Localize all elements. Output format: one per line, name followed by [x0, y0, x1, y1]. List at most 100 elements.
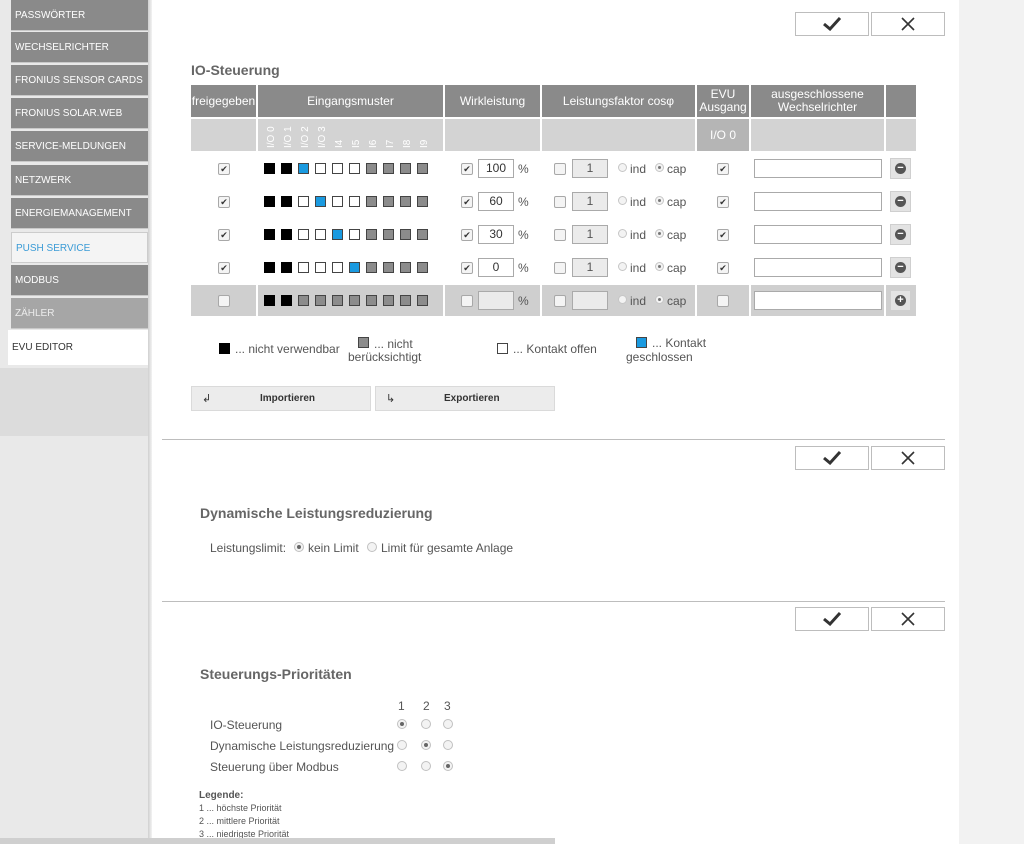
pf-input[interactable]: 1	[572, 192, 608, 211]
export-button[interactable]: ↳ Exportieren	[375, 386, 555, 411]
input-pattern-square[interactable]	[400, 196, 411, 207]
input-pattern-square[interactable]	[315, 229, 326, 240]
pf-checkbox[interactable]	[554, 262, 566, 274]
enabled-checkbox[interactable]: ✔	[218, 196, 230, 208]
cancel-button[interactable]	[871, 607, 945, 631]
excluded-inverters-input[interactable]	[754, 291, 882, 310]
pf-ind-radio[interactable]	[618, 163, 627, 172]
sidebar-item-zaehler[interactable]: ZÄHLER	[11, 298, 148, 329]
power-input[interactable]: 30	[478, 225, 514, 244]
input-pattern-square[interactable]	[349, 295, 360, 306]
pf-ind-radio[interactable]	[618, 262, 627, 271]
input-pattern-square[interactable]	[332, 295, 343, 306]
input-pattern-square[interactable]	[400, 163, 411, 174]
input-pattern-square[interactable]	[332, 229, 343, 240]
priority-radio[interactable]	[443, 740, 453, 750]
sidebar-item-evu-editor[interactable]: EVU EDITOR	[8, 330, 150, 365]
enabled-checkbox[interactable]: ✔	[218, 262, 230, 274]
confirm-button[interactable]	[795, 607, 869, 631]
input-pattern-square[interactable]	[264, 295, 275, 306]
power-checkbox[interactable]	[461, 295, 473, 307]
pf-ind-radio[interactable]	[618, 196, 627, 205]
power-input[interactable]: 60	[478, 192, 514, 211]
input-pattern-square[interactable]	[281, 262, 292, 273]
power-checkbox[interactable]: ✔	[461, 262, 473, 274]
input-pattern-square[interactable]	[417, 196, 428, 207]
input-pattern-square[interactable]	[417, 262, 428, 273]
pf-checkbox[interactable]	[554, 295, 566, 307]
input-pattern-square[interactable]	[383, 229, 394, 240]
input-pattern-square[interactable]	[281, 163, 292, 174]
input-pattern-square[interactable]	[298, 196, 309, 207]
input-pattern-square[interactable]	[332, 196, 343, 207]
pf-input[interactable]: 1	[572, 225, 608, 244]
evu-checkbox[interactable]: ✔	[717, 229, 729, 241]
pf-checkbox[interactable]	[554, 196, 566, 208]
priority-radio[interactable]	[443, 719, 453, 729]
power-checkbox[interactable]: ✔	[461, 196, 473, 208]
pf-cap-radio[interactable]	[655, 163, 664, 172]
sidebar-item-modbus[interactable]: MODBUS	[11, 265, 148, 296]
add-row-button[interactable]: +	[890, 290, 911, 311]
input-pattern-square[interactable]	[349, 196, 360, 207]
input-pattern-square[interactable]	[315, 163, 326, 174]
pf-ind-radio[interactable]	[618, 229, 627, 238]
input-pattern-square[interactable]	[298, 262, 309, 273]
remove-row-button[interactable]: −	[890, 224, 911, 245]
confirm-button[interactable]	[795, 446, 869, 470]
input-pattern-square[interactable]	[366, 262, 377, 273]
input-pattern-square[interactable]	[383, 196, 394, 207]
input-pattern-square[interactable]	[264, 229, 275, 240]
power-checkbox[interactable]: ✔	[461, 229, 473, 241]
input-pattern-square[interactable]	[315, 262, 326, 273]
pf-input[interactable]	[572, 291, 608, 310]
input-pattern-square[interactable]	[366, 196, 377, 207]
input-pattern-square[interactable]	[281, 229, 292, 240]
confirm-button[interactable]	[795, 12, 869, 36]
cancel-button[interactable]	[871, 12, 945, 36]
sidebar-item-energiemanagement[interactable]: ENERGIEMANAGEMENT	[11, 198, 148, 229]
input-pattern-square[interactable]	[264, 196, 275, 207]
evu-checkbox[interactable]: ✔	[717, 163, 729, 175]
input-pattern-square[interactable]	[264, 163, 275, 174]
power-checkbox[interactable]: ✔	[461, 163, 473, 175]
power-input[interactable]: 0	[478, 258, 514, 277]
input-pattern-square[interactable]	[417, 295, 428, 306]
input-pattern-square[interactable]	[332, 163, 343, 174]
input-pattern-square[interactable]	[383, 163, 394, 174]
input-pattern-square[interactable]	[417, 229, 428, 240]
input-pattern-square[interactable]	[383, 262, 394, 273]
evu-checkbox[interactable]: ✔	[717, 196, 729, 208]
input-pattern-square[interactable]	[264, 262, 275, 273]
input-pattern-square[interactable]	[315, 295, 326, 306]
evu-checkbox[interactable]: ✔	[717, 262, 729, 274]
input-pattern-square[interactable]	[281, 295, 292, 306]
input-pattern-square[interactable]	[400, 229, 411, 240]
priority-radio[interactable]	[443, 761, 453, 771]
import-button[interactable]: ↲ Importieren	[191, 386, 371, 411]
input-pattern-square[interactable]	[298, 163, 309, 174]
input-pattern-square[interactable]	[366, 229, 377, 240]
excluded-inverters-input[interactable]	[754, 225, 882, 244]
sidebar-item-push-service[interactable]: PUSH SERVICE	[11, 232, 148, 263]
pf-cap-radio[interactable]	[655, 295, 664, 304]
excluded-inverters-input[interactable]	[754, 258, 882, 277]
priority-radio[interactable]	[397, 740, 407, 750]
remove-row-button[interactable]: −	[890, 257, 911, 278]
radio-no-limit[interactable]	[294, 542, 304, 552]
input-pattern-square[interactable]	[349, 229, 360, 240]
pf-checkbox[interactable]	[554, 229, 566, 241]
evu-checkbox[interactable]	[717, 295, 729, 307]
input-pattern-square[interactable]	[281, 196, 292, 207]
input-pattern-square[interactable]	[315, 196, 326, 207]
radio-total-limit[interactable]	[367, 542, 377, 552]
excluded-inverters-input[interactable]	[754, 192, 882, 211]
sidebar-item-sensor-cards[interactable]: FRONIUS SENSOR CARDS	[11, 65, 148, 96]
input-pattern-square[interactable]	[417, 163, 428, 174]
input-pattern-square[interactable]	[400, 295, 411, 306]
pf-cap-radio[interactable]	[655, 229, 664, 238]
input-pattern-square[interactable]	[298, 295, 309, 306]
pf-input[interactable]: 1	[572, 159, 608, 178]
input-pattern-square[interactable]	[349, 163, 360, 174]
sidebar-item-wechselrichter[interactable]: WECHSELRICHTER	[11, 32, 148, 63]
